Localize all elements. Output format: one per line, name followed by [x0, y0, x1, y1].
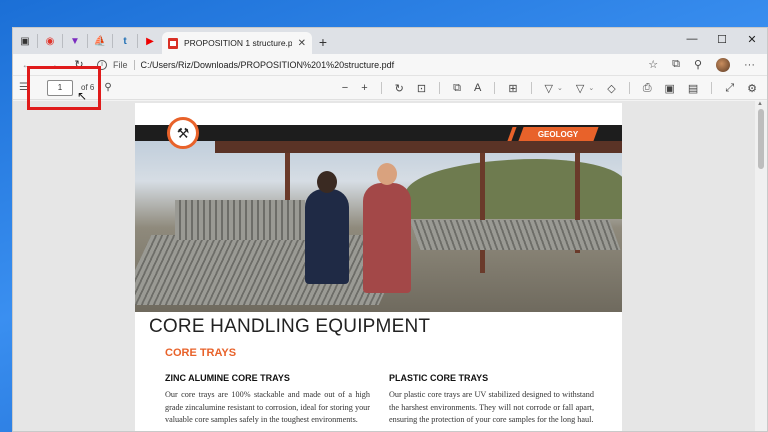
page-total: of 6 [81, 83, 95, 92]
rotate-icon[interactable]: ↻ [395, 82, 404, 95]
head [377, 163, 397, 185]
tab-pdf[interactable]: PROPOSITION 1 structure.pdf ✕ [162, 32, 312, 54]
geology-tag-label: GEOLOGY [538, 129, 579, 139]
url-field[interactable]: i File C:/Users/Riz/Downloads/PROPOSITIO… [97, 59, 638, 70]
tab-close-button[interactable]: ✕ [298, 38, 306, 49]
new-tab-button[interactable]: + [312, 31, 334, 53]
column-heading: ZINC ALUMINE CORE TRAYS [165, 373, 290, 383]
head [317, 171, 337, 193]
address-bar: ← → ↻ i File C:/Users/Riz/Downloads/PROP… [13, 54, 767, 76]
collections-icon[interactable]: ⧉ [672, 58, 680, 71]
vivaldi-icon[interactable]: ◉ [38, 28, 62, 54]
scrollbar-thumb[interactable] [758, 109, 764, 169]
section-heading: CORE TRAYS [165, 347, 237, 359]
window-controls: — ☐ ✕ [677, 28, 767, 50]
zoom-in-icon[interactable]: + [361, 82, 367, 94]
table-of-contents-icon[interactable]: ☰ [19, 82, 37, 93]
ship-icon[interactable]: ⛵ [88, 28, 112, 54]
purple-v-icon[interactable]: ▼ [63, 28, 87, 54]
core-trays-back [175, 200, 305, 240]
close-window-button[interactable]: ✕ [737, 28, 767, 50]
page-view-icon[interactable]: ⧉ [453, 82, 461, 95]
highlight-dropdown-icon[interactable]: ⌄ [588, 84, 594, 92]
page-number-input[interactable]: 1 [47, 79, 73, 96]
settings-gear-icon[interactable]: ⚙ [747, 82, 757, 95]
toolbar-separator [439, 82, 441, 94]
browser-actions: ☆ ⧉ ⚲ ··· [648, 57, 755, 72]
browser-window: ▣ ◉ ▼ ⛵ t ▶ PROPOSITION 1 structure.pdf … [12, 27, 768, 432]
minimize-button[interactable]: — [677, 28, 707, 50]
file-label: File [113, 59, 128, 70]
tab-actions-icon[interactable]: ▣ [13, 28, 37, 54]
save-as-icon[interactable]: ▤ [688, 82, 698, 95]
geology-tag: GEOLOGY [518, 127, 599, 141]
info-icon[interactable]: i [97, 59, 107, 70]
t-icon[interactable]: t [113, 28, 137, 54]
back-button[interactable]: ← [19, 59, 35, 71]
url-text[interactable]: C:/Users/Riz/Downloads/PROPOSITION%201%2… [141, 60, 395, 70]
eraser-icon[interactable]: ◇ [607, 82, 615, 95]
hero-photo [135, 125, 622, 312]
pdf-file-icon [168, 37, 178, 49]
column-text: Our plastic core trays are UV stabilized… [389, 390, 594, 424]
youtube-icon[interactable]: ▶ [138, 28, 162, 54]
pdf-viewer[interactable]: GEOLOGY ⚒ CORE HANDLING EQUIPMENT CORE T… [13, 101, 755, 431]
fullscreen-icon[interactable]: ⤢ [725, 82, 734, 95]
toolbar-separator [711, 82, 713, 94]
tab-title: PROPOSITION 1 structure.pdf [184, 38, 292, 48]
forward-button[interactable]: → [45, 59, 61, 71]
shed-roof [215, 141, 622, 153]
pdf-tools: − + ↻ ⊡ ⧉ A ⊞ ▽ ⌄ ▽ ⌄ ◇ ⎙ ▣ ▤ ⤢ ⚙ [342, 76, 757, 100]
hammer-logo-icon: ⚒ [167, 117, 199, 149]
toolbar-separator [628, 82, 630, 94]
column-plastic: PLASTIC CORE TRAYS Our plastic core tray… [389, 373, 594, 427]
read-aloud-icon[interactable]: A [474, 82, 481, 94]
url-separator [133, 59, 135, 70]
geologist-right [363, 163, 411, 293]
print-icon[interactable]: ⎙ [643, 82, 652, 95]
core-trays-right [409, 220, 621, 250]
toolbar-separator [380, 82, 382, 94]
extensions-icon[interactable]: ⚲ [694, 58, 702, 71]
shed-post [480, 153, 485, 273]
draw-icon[interactable]: ▽ [545, 82, 553, 95]
highlight-icon[interactable]: ▽ [576, 82, 584, 95]
maximize-button[interactable]: ☐ [707, 28, 737, 50]
vertical-scrollbar[interactable]: ▲ [755, 101, 767, 431]
save-icon[interactable]: ▣ [665, 82, 675, 95]
document-title: CORE HANDLING EQUIPMENT [149, 316, 431, 337]
search-icon[interactable]: ⚲ [104, 82, 111, 93]
scroll-up-icon[interactable]: ▲ [757, 101, 763, 107]
pdf-toolbar: ☰ 1 of 6 ⚲ − + ↻ ⊡ ⧉ A ⊞ ▽ ⌄ ▽ ⌄ ◇ ⎙ ▣ ▤… [13, 76, 767, 100]
refresh-button[interactable]: ↻ [71, 58, 87, 71]
geologist-left [305, 171, 349, 284]
toolbar-separator [530, 82, 532, 94]
profile-avatar[interactable] [716, 57, 730, 72]
column-text: Our core trays are 100% stackable and ma… [165, 390, 370, 424]
add-text-icon[interactable]: ⊞ [508, 82, 517, 95]
draw-dropdown-icon[interactable]: ⌄ [557, 84, 563, 92]
zoom-out-icon[interactable]: − [342, 82, 348, 94]
hillside [405, 159, 622, 219]
favorite-star-icon[interactable]: ☆ [648, 58, 658, 71]
pdf-page: GEOLOGY ⚒ CORE HANDLING EQUIPMENT CORE T… [135, 103, 622, 431]
fit-page-icon[interactable]: ⊡ [417, 82, 426, 95]
tab-strip: ▣ ◉ ▼ ⛵ t ▶ PROPOSITION 1 structure.pdf … [13, 28, 767, 54]
toolbar-separator [494, 82, 496, 94]
more-menu-icon[interactable]: ··· [744, 59, 755, 71]
column-heading: PLASTIC CORE TRAYS [389, 373, 489, 383]
column-zinc: ZINC ALUMINE CORE TRAYS Our core trays a… [165, 373, 370, 427]
